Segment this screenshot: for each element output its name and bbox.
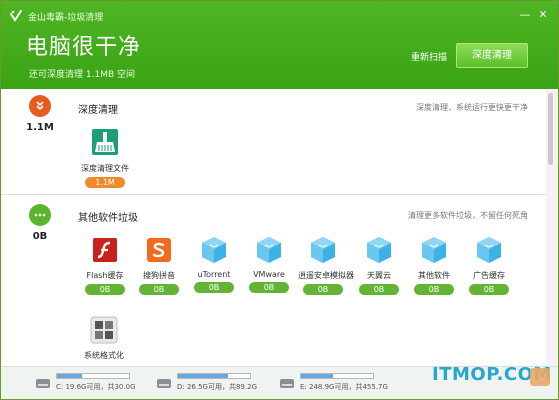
tile-label: 逍遥安卓模拟器 [298, 271, 354, 280]
drive-usage-bar [56, 373, 130, 379]
flash-icon [90, 235, 120, 265]
tile-vmware[interactable]: VMware 0B [244, 235, 294, 293]
rescan-link[interactable]: 重新扫描 [411, 50, 447, 63]
hard-drive-icon [157, 379, 171, 388]
tile-size-badge: 0B [85, 284, 125, 295]
scrollbar-thumb[interactable] [548, 93, 553, 165]
tile-size-badge: 0B [303, 284, 343, 295]
section-description: 深度清理，系统运行更快更干净 [416, 103, 528, 112]
tile-size-badge: 0B [249, 282, 289, 293]
title-bar: 金山毒霸-垃圾清理 [9, 8, 103, 24]
tile-size-badge: 0B [469, 284, 509, 295]
tile-xiaoyao-emulator[interactable]: 逍遥安卓模拟器 0B [298, 235, 354, 295]
tile-label: 系统格式化 [84, 351, 124, 360]
tile-utorrent[interactable]: uTorrent 0B [189, 235, 239, 293]
drive-capacity: D: 26.5G可用，共89.2G [177, 383, 257, 391]
minimize-button[interactable]: — [516, 7, 534, 23]
section-size: 0B [32, 231, 48, 242]
window-controls: — ✕ [516, 7, 552, 23]
section-title: 其他软件垃圾 [78, 213, 138, 224]
vertical-scrollbar[interactable] [546, 89, 558, 366]
tile-label: uTorrent [197, 270, 231, 279]
tile-label: 广告缓存 [473, 271, 505, 280]
tile-label: VMware [253, 270, 285, 279]
other-software-section: 0B 其他软件垃圾 清理更多软件垃圾，不留任何死角 Flash缓存 0B 搜狗拼… [1, 195, 546, 366]
watermark-logo-icon [530, 368, 550, 386]
cube-icon [474, 235, 504, 265]
drive-d: D: 26.5G可用，共89.2G [156, 373, 257, 392]
duba-logo-icon [10, 10, 22, 22]
drive-e: E: 248.9G可用，共455.7G [279, 373, 388, 392]
tile-ad-cache[interactable]: 广告缓存 0B [464, 235, 514, 295]
tile-label: 其他软件 [418, 271, 450, 280]
drive-capacity: E: 248.9G可用，共455.7G [300, 383, 388, 391]
hard-drive-icon [36, 379, 50, 388]
tile-sogou-pinyin[interactable]: 搜狗拼音 0B [134, 235, 184, 295]
cube-icon [308, 235, 338, 265]
tile-size-badge: 0B [359, 284, 399, 295]
tiles-icon [89, 315, 119, 345]
header: 金山毒霸-垃圾清理 — ✕ 电脑很干净 还可深度清理 1.1MB 空间 重新扫描… [1, 1, 558, 89]
scan-results: 1.1M 深度清理 深度清理，系统运行更快更干净 深度清理文件 1.1M 0B … [1, 89, 546, 366]
section-description: 清理更多软件垃圾，不留任何死角 [408, 211, 528, 220]
broom-icon [90, 127, 120, 157]
sogou-icon [144, 235, 174, 265]
cube-icon [364, 235, 394, 265]
tile-label: 天翼云 [367, 271, 391, 280]
tile-system-format[interactable]: 系统格式化 [79, 315, 129, 361]
cube-icon [254, 235, 284, 265]
deep-clean-button[interactable]: 深度清理 [456, 43, 528, 68]
tile-label: 深度清理文件 [81, 164, 129, 173]
drive-c: C: 19.6G可用，共30.0G [35, 373, 136, 392]
app-title: 金山毒霸-垃圾清理 [28, 12, 104, 23]
cube-icon [419, 235, 449, 265]
tile-flash-cache[interactable]: Flash缓存 0B [80, 235, 130, 295]
drive-capacity: C: 19.6G可用，共30.0G [56, 383, 136, 391]
close-button[interactable]: ✕ [534, 7, 552, 23]
section-title: 深度清理 [78, 105, 118, 116]
section-size: 1.1M [26, 122, 54, 133]
tile-label: Flash缓存 [86, 271, 124, 280]
drive-usage-bar [300, 373, 374, 379]
drive-usage-bar [177, 373, 251, 379]
tile-deep-clean-files[interactable]: 深度清理文件 1.1M [80, 127, 130, 188]
deep-clean-section: 1.1M 深度清理 深度清理，系统运行更快更干净 深度清理文件 1.1M [1, 89, 546, 195]
tile-tianyi-cloud[interactable]: 天翼云 0B [354, 235, 404, 295]
tile-label: 搜狗拼音 [143, 271, 175, 280]
tile-size-badge: 0B [194, 282, 234, 293]
tile-size-badge: 0B [139, 284, 179, 295]
download-arrow-icon [29, 95, 51, 117]
hard-drive-icon [280, 379, 294, 388]
cube-icon [199, 235, 229, 265]
tile-other-software[interactable]: 其他软件 0B [409, 235, 459, 295]
tile-size-badge: 1.1M [85, 177, 125, 188]
more-dots-icon [29, 204, 51, 226]
main-window: 金山毒霸-垃圾清理 — ✕ 电脑很干净 还可深度清理 1.1MB 空间 重新扫描… [0, 0, 559, 400]
tile-size-badge: 0B [414, 284, 454, 295]
cleanable-summary: 还可深度清理 1.1MB 空间 [29, 70, 135, 80]
page-title: 电脑很干净 [26, 35, 142, 60]
